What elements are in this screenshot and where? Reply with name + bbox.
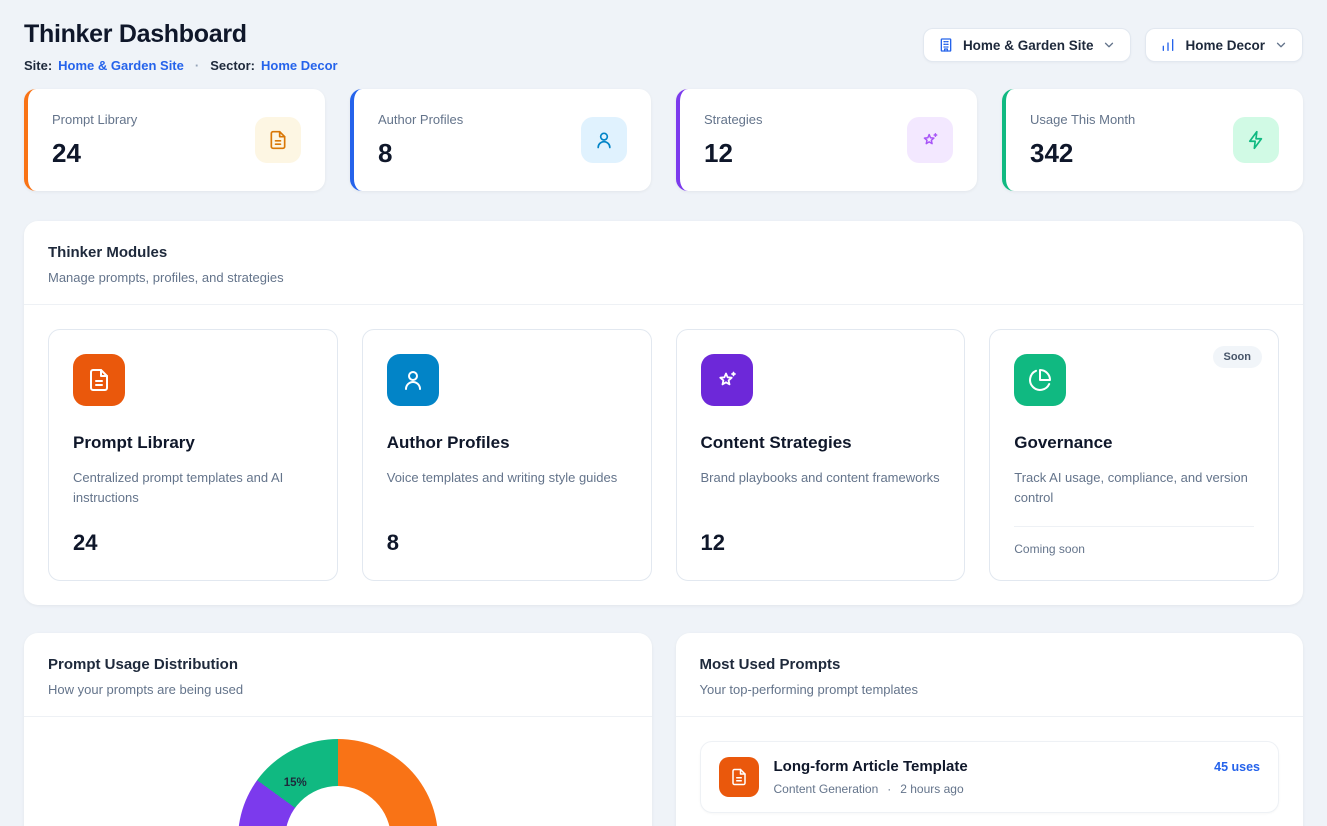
- prompts-panel-header: Most Used Prompts Your top-performing pr…: [676, 633, 1304, 717]
- stat-label: Strategies: [704, 112, 763, 127]
- chevron-down-icon: [1274, 38, 1288, 52]
- prompts-panel-title: Most Used Prompts: [700, 656, 1280, 673]
- prompts-list: Long-form Article Template Content Gener…: [676, 717, 1304, 826]
- usage-distribution-panel: Prompt Usage Distribution How your promp…: [24, 633, 652, 826]
- document-icon: [255, 117, 301, 163]
- pie-chart-icon: [1014, 354, 1066, 406]
- prompt-list-item[interactable]: Long-form Article Template Content Gener…: [700, 741, 1280, 813]
- usage-chart-area: 15%: [24, 717, 652, 826]
- building-icon: [938, 37, 954, 53]
- stat-text: Strategies 12: [704, 112, 763, 169]
- lightning-icon: [1233, 117, 1279, 163]
- stat-label: Author Profiles: [378, 112, 463, 127]
- prompt-title: Long-form Article Template: [774, 758, 968, 775]
- stat-card-usage: Usage This Month 342: [1002, 89, 1303, 191]
- module-card-prompt-library[interactable]: Prompt Library Centralized prompt templa…: [48, 329, 338, 581]
- stat-value: 24: [52, 138, 137, 169]
- module-title: Content Strategies: [701, 433, 941, 453]
- module-count: 12: [701, 512, 941, 556]
- prompts-panel-subtitle: Your top-performing prompt templates: [700, 682, 1280, 697]
- stat-text: Prompt Library 24: [52, 112, 137, 169]
- modules-title: Thinker Modules: [48, 244, 1279, 261]
- site-selector[interactable]: Home & Garden Site: [923, 28, 1132, 62]
- document-icon: [73, 354, 125, 406]
- donut-segment-label: 15%: [284, 777, 307, 789]
- bottom-row: Prompt Usage Distribution How your promp…: [24, 633, 1303, 826]
- usage-panel-title: Prompt Usage Distribution: [48, 656, 628, 673]
- module-card-governance[interactable]: Soon Governance Track AI usage, complian…: [989, 329, 1279, 581]
- prompt-meta-separator: ·: [887, 782, 891, 796]
- stat-card-prompt-library: Prompt Library 24: [24, 89, 325, 191]
- site-link[interactable]: Home & Garden Site: [58, 58, 184, 73]
- sparkle-star-icon: [907, 117, 953, 163]
- header-selectors: Home & Garden Site Home Decor: [923, 20, 1303, 62]
- usage-donut: 15%: [238, 739, 438, 826]
- prompt-uses-badge: 45 uses: [1214, 757, 1260, 774]
- modules-subtitle: Manage prompts, profiles, and strategies: [48, 270, 1279, 285]
- sparkle-star-icon: [701, 354, 753, 406]
- thinker-modules-section: Thinker Modules Manage prompts, profiles…: [24, 221, 1303, 605]
- stat-card-strategies: Strategies 12: [676, 89, 977, 191]
- module-title: Prompt Library: [73, 433, 313, 453]
- sector-selector-label: Home Decor: [1185, 38, 1265, 53]
- module-count: 8: [387, 512, 627, 556]
- page-title: Thinker Dashboard: [24, 20, 338, 49]
- prompt-time: 2 hours ago: [900, 782, 963, 796]
- breadcrumb-separator: ·: [195, 58, 199, 73]
- most-used-prompts-panel: Most Used Prompts Your top-performing pr…: [676, 633, 1304, 826]
- module-title: Governance: [1014, 433, 1254, 453]
- sector-link[interactable]: Home Decor: [261, 58, 338, 73]
- sector-label: Sector:: [210, 58, 255, 73]
- site-selector-label: Home & Garden Site: [963, 38, 1094, 53]
- soon-badge: Soon: [1213, 346, 1263, 368]
- coming-soon-note: Coming soon: [1014, 526, 1254, 556]
- prompt-text: Long-form Article Template Content Gener…: [774, 758, 968, 796]
- stat-text: Usage This Month 342: [1030, 112, 1135, 169]
- person-icon: [387, 354, 439, 406]
- stat-label: Usage This Month: [1030, 112, 1135, 127]
- sector-selector[interactable]: Home Decor: [1145, 28, 1303, 62]
- stat-value: 8: [378, 138, 463, 169]
- module-count: 24: [73, 512, 313, 556]
- stat-label: Prompt Library: [52, 112, 137, 127]
- module-card-content-strategies[interactable]: Content Strategies Brand playbooks and c…: [676, 329, 966, 581]
- prompt-category: Content Generation: [774, 782, 879, 796]
- module-description: Track AI usage, compliance, and version …: [1014, 468, 1254, 508]
- bar-chart-icon: [1160, 37, 1176, 53]
- stats-row: Prompt Library 24 Author Profiles 8 Stra…: [24, 89, 1303, 191]
- module-card-author-profiles[interactable]: Author Profiles Voice templates and writ…: [362, 329, 652, 581]
- stat-value: 12: [704, 138, 763, 169]
- chevron-down-icon: [1102, 38, 1116, 52]
- usage-panel-header: Prompt Usage Distribution How your promp…: [24, 633, 652, 717]
- dashboard-page: Thinker Dashboard Site: Home & Garden Si…: [0, 0, 1327, 826]
- site-label: Site:: [24, 58, 52, 73]
- donut-hole: [285, 786, 391, 826]
- module-description: Centralized prompt templates and AI inst…: [73, 468, 313, 508]
- person-icon: [581, 117, 627, 163]
- breadcrumb: Site: Home & Garden Site · Sector: Home …: [24, 58, 338, 73]
- stat-value: 342: [1030, 138, 1135, 169]
- module-title: Author Profiles: [387, 433, 627, 453]
- modules-grid: Prompt Library Centralized prompt templa…: [24, 305, 1303, 605]
- header-left: Thinker Dashboard Site: Home & Garden Si…: [24, 20, 338, 73]
- document-icon: [719, 757, 759, 797]
- stat-text: Author Profiles 8: [378, 112, 463, 169]
- module-description: Brand playbooks and content frameworks: [701, 468, 941, 488]
- header: Thinker Dashboard Site: Home & Garden Si…: [24, 20, 1303, 73]
- usage-panel-subtitle: How your prompts are being used: [48, 682, 628, 697]
- stat-card-author-profiles: Author Profiles 8: [350, 89, 651, 191]
- prompt-meta: Content Generation · 2 hours ago: [774, 782, 968, 796]
- module-description: Voice templates and writing style guides: [387, 468, 627, 488]
- modules-header: Thinker Modules Manage prompts, profiles…: [24, 221, 1303, 305]
